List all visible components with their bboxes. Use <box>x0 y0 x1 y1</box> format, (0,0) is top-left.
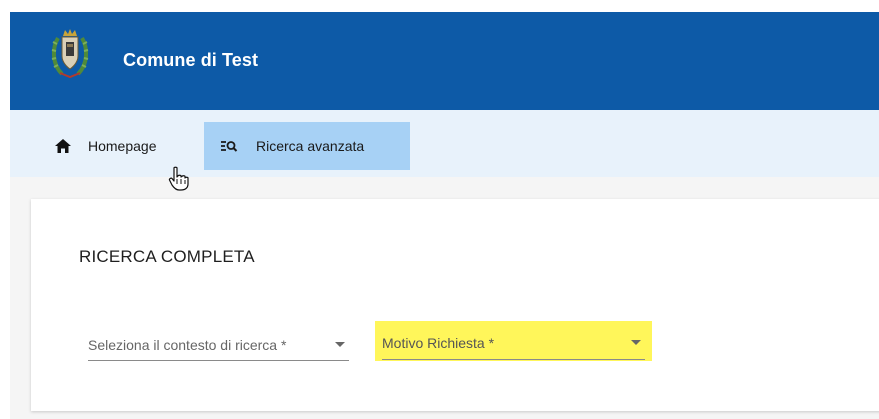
home-icon <box>54 137 72 155</box>
chevron-down-icon <box>335 342 345 347</box>
site-title[interactable]: Comune di Test <box>123 50 258 71</box>
nav-item-advanced-search[interactable]: Ricerca avanzata <box>204 122 410 170</box>
main-navigation: Homepage Ricerca avanzata <box>10 110 879 177</box>
municipal-crest-icon <box>51 29 89 79</box>
nav-item-advanced-search-label: Ricerca avanzata <box>256 138 365 154</box>
advanced-search-icon <box>220 137 238 155</box>
request-reason-select-label: Motivo Richiesta * <box>382 335 495 351</box>
chevron-down-icon <box>631 340 641 345</box>
search-context-select-label: Seleziona il contesto di ricerca * <box>88 336 287 353</box>
nav-item-homepage-label: Homepage <box>88 138 157 154</box>
search-card: RICERCA COMPLETA Seleziona il contesto d… <box>31 199 879 411</box>
app-frame: Comune di Test Homepage Ricerca avanzata <box>10 12 879 419</box>
app-header: Comune di Test <box>10 12 879 110</box>
search-context-select[interactable]: Seleziona il contesto di ricerca * <box>88 329 349 361</box>
request-reason-select[interactable]: Motivo Richiesta * <box>382 327 645 360</box>
page-title: RICERCA COMPLETA <box>79 247 255 266</box>
nav-item-homepage[interactable]: Homepage <box>54 122 171 170</box>
